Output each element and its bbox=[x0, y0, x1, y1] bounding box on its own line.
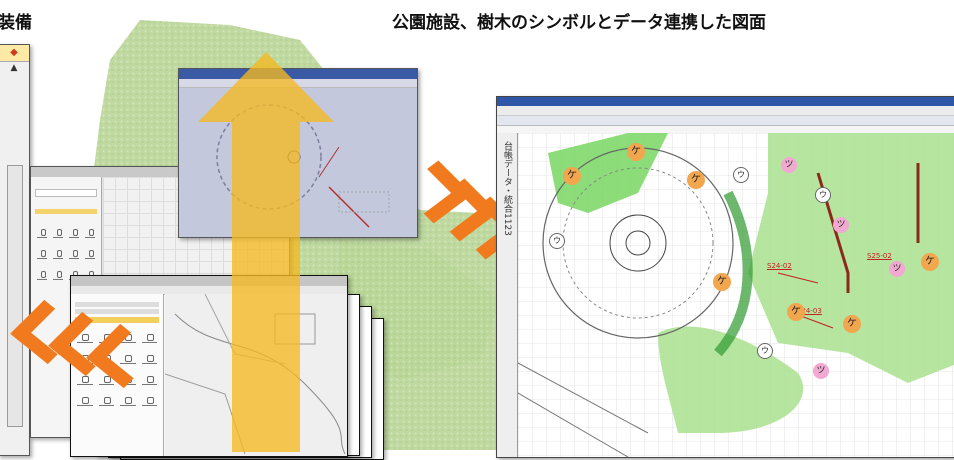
chevron-left-icon bbox=[4, 292, 158, 392]
cad-menu-bar bbox=[497, 106, 954, 116]
cad-toolbar bbox=[497, 116, 954, 126]
tree-marker[interactable]: ケ bbox=[687, 171, 705, 189]
annotation: S25-02 bbox=[867, 252, 892, 260]
cad-title-bar bbox=[497, 97, 954, 106]
tree-marker[interactable]: ケ bbox=[627, 143, 645, 161]
cad-side-panel[interactable]: 台帳データ・統合1123 bbox=[497, 133, 518, 457]
tree-marker[interactable]: ツ bbox=[889, 261, 905, 277]
cad-application-window: 台帳データ・統合1123 S24-02 S24-03 S25-02 ケ ケ ケ … bbox=[496, 96, 954, 458]
tree-marker[interactable]: ケ bbox=[921, 253, 939, 271]
scroll-up-icon[interactable]: ▲ bbox=[0, 62, 29, 74]
tree-marker[interactable]: ツ bbox=[813, 363, 829, 379]
tree-marker[interactable]: ウ bbox=[733, 167, 749, 183]
stencil-panel-window: ◆ ▲ bbox=[0, 44, 30, 456]
tree-marker[interactable]: ツ bbox=[781, 157, 797, 173]
up-arrow-icon bbox=[198, 52, 334, 452]
tree-marker[interactable]: ウ bbox=[549, 233, 565, 249]
side-panel-label: 台帳データ・統合1123 bbox=[502, 141, 512, 236]
tree-marker[interactable]: ケ bbox=[713, 273, 731, 291]
tree-marker[interactable]: ケ bbox=[787, 303, 805, 321]
panel-pin-icon[interactable]: ◆ bbox=[0, 45, 29, 62]
tree-marker[interactable]: ケ bbox=[843, 315, 861, 333]
tree-marker[interactable]: ケ bbox=[563, 167, 581, 185]
tree-marker[interactable]: ツ bbox=[833, 217, 849, 233]
tree-marker[interactable]: ウ bbox=[757, 343, 773, 359]
annotation: S24-02 bbox=[767, 262, 792, 270]
tree-marker[interactable]: ウ bbox=[815, 187, 831, 203]
